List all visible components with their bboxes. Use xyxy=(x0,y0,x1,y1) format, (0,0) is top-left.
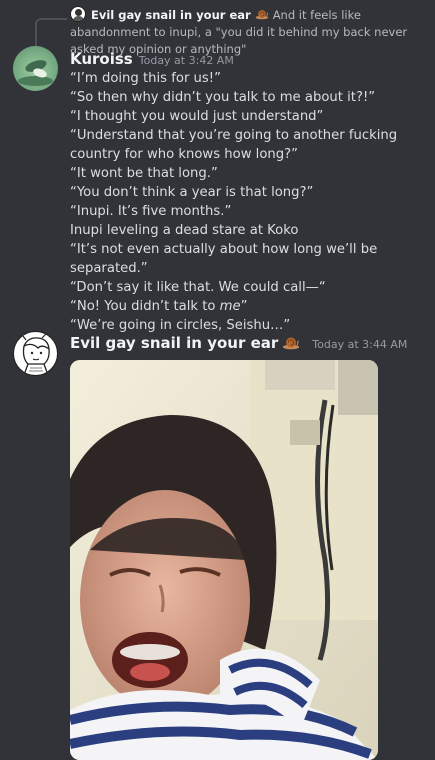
emphasis-text: me xyxy=(219,299,241,314)
snail-emoji-icon xyxy=(283,337,300,350)
message-header: Evil gay snail in your ear Today at 3:44 … xyxy=(70,333,407,352)
message-line: “Don’t say it like that. We could call—“ xyxy=(70,280,326,295)
message-timestamp[interactable]: Today at 3:44 AM xyxy=(312,338,407,351)
message-line: “Inupi. It’s five months.” xyxy=(70,204,232,219)
message-line: “You don’t think a year is that long?” xyxy=(70,185,314,200)
avatar-evil-gay-snail[interactable] xyxy=(13,331,58,376)
message-line: “Understand that you’re going to another… xyxy=(70,128,398,162)
avatar-kuroiss[interactable] xyxy=(13,46,58,91)
crying-child-image xyxy=(70,360,378,760)
snail-emoji-icon xyxy=(255,10,268,20)
message-author[interactable]: Kuroiss xyxy=(70,50,133,68)
reply-author[interactable]: Evil gay snail in your ear xyxy=(91,8,251,22)
message-line: “So then why didn’t you talk to me about… xyxy=(70,90,376,105)
text-segment: ” xyxy=(240,299,248,314)
message-timestamp[interactable]: Today at 3:42 AM xyxy=(139,54,234,67)
text-segment: “No! You didn’t talk to xyxy=(70,299,220,314)
message-line: “I’m doing this for us!” xyxy=(70,71,221,86)
message-line: “It’s not even actually about how long w… xyxy=(70,242,378,276)
message-line-emphasis: “No! You didn’t talk to me” xyxy=(70,297,430,316)
message-line: “It wont be that long.” xyxy=(70,166,218,181)
message-header: Kuroiss Today at 3:42 AM xyxy=(70,49,234,68)
reply-avatar[interactable] xyxy=(70,6,86,22)
message-author[interactable]: Evil gay snail in your ear xyxy=(70,334,278,352)
avatar-drawing xyxy=(22,333,50,375)
reply-spine xyxy=(35,18,67,48)
image-attachment[interactable] xyxy=(70,360,378,760)
message-line: Inupi leveling a dead stare at Koko xyxy=(70,223,299,238)
message-content: “I’m doing this for us!” “So then why di… xyxy=(70,69,430,335)
message-line: “I thought you would just understand” xyxy=(70,109,324,124)
avatar-leaf-shape xyxy=(18,76,53,86)
